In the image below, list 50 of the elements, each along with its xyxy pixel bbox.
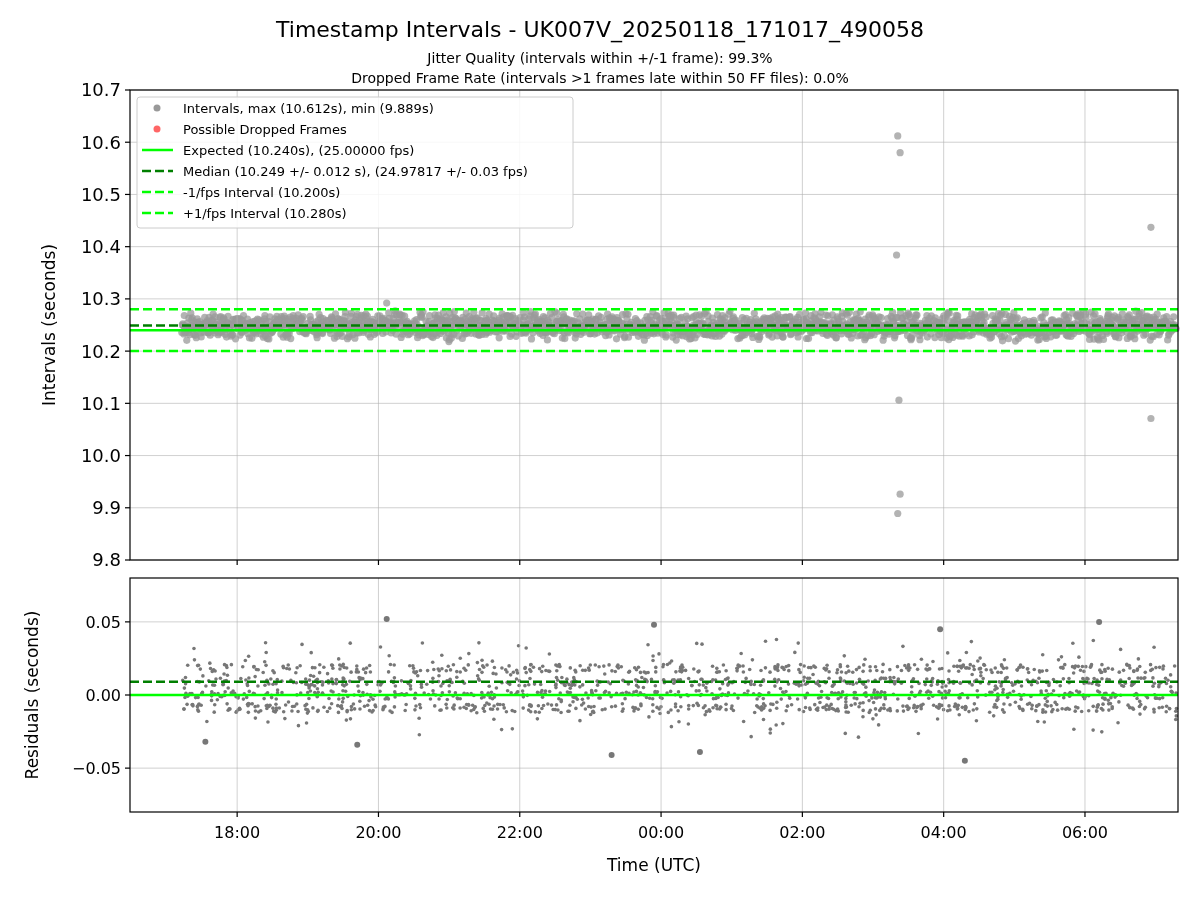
data-point xyxy=(894,132,902,140)
tick-label: 00:00 xyxy=(638,823,685,842)
tick-label: 20:00 xyxy=(355,823,402,842)
data-point xyxy=(696,749,703,756)
data-point xyxy=(383,299,391,307)
tick-label: 10.0 xyxy=(80,445,121,467)
tick-label: 10.3 xyxy=(80,288,121,310)
tick-label: 10.4 xyxy=(80,236,121,258)
data-point xyxy=(896,149,904,157)
data-point xyxy=(608,751,615,758)
data-point xyxy=(892,251,901,259)
tick-label: 06:00 xyxy=(1061,823,1109,842)
axis-label: Intervals (seconds) xyxy=(39,243,59,407)
data-point xyxy=(894,509,902,518)
axis-label: Time (UTC) xyxy=(607,855,701,875)
tick-label: 9.9 xyxy=(92,497,121,519)
tick-label: 0.05 xyxy=(85,612,121,632)
legend-label: Possible Dropped Frames xyxy=(183,121,347,137)
figure-subtitle: Dropped Frame Rate (intervals >1 frames late within 50 FF files): 0.0% xyxy=(351,70,849,86)
data-point xyxy=(1147,414,1155,423)
data-point xyxy=(896,490,904,498)
data-point xyxy=(651,621,657,628)
tick-label: 02:00 xyxy=(779,823,826,842)
legend-label: Median (10.249 +/- 0.012 s), (24.97817 +/- 0.03 fps) xyxy=(183,163,528,179)
figure-subtitle: Jitter Quality (intervals within +/-1 frame): 99.3% xyxy=(427,50,773,66)
legend-label: -1/fps Interval (10.200s) xyxy=(183,184,341,200)
tick-label: 18:00 xyxy=(214,823,261,842)
legend-label: +1/fps Interval (10.280s) xyxy=(183,205,347,221)
tick-label: 10.1 xyxy=(80,392,121,414)
tick-label: 0.00 xyxy=(85,685,121,705)
tick-label: 10.5 xyxy=(80,183,121,205)
tick-label: 10.2 xyxy=(80,340,121,362)
data-point xyxy=(1147,223,1155,231)
data-point xyxy=(202,738,209,745)
data-point xyxy=(937,626,944,633)
data-point xyxy=(383,615,390,622)
legend-label: Intervals, max (10.612s), min (9.889s) xyxy=(183,100,434,116)
data-point xyxy=(895,396,903,404)
data-point xyxy=(961,757,968,764)
tick-label: −0.05 xyxy=(71,758,121,778)
data-point xyxy=(1096,618,1103,625)
tick-label: 04:00 xyxy=(920,823,967,842)
axis-label: Residuals (seconds) xyxy=(22,610,42,780)
tick-label: 10.7 xyxy=(80,79,121,101)
data-point xyxy=(354,741,361,748)
tick-label: 9.8 xyxy=(92,549,121,571)
tick-label: 22:00 xyxy=(496,823,543,842)
tick-label: 10.6 xyxy=(80,131,121,153)
figure-title: Timestamp Intervals - UK007V_20250118_171017_490058 xyxy=(276,17,924,42)
legend-label: Expected (10.240s), (25.00000 fps) xyxy=(183,142,415,158)
